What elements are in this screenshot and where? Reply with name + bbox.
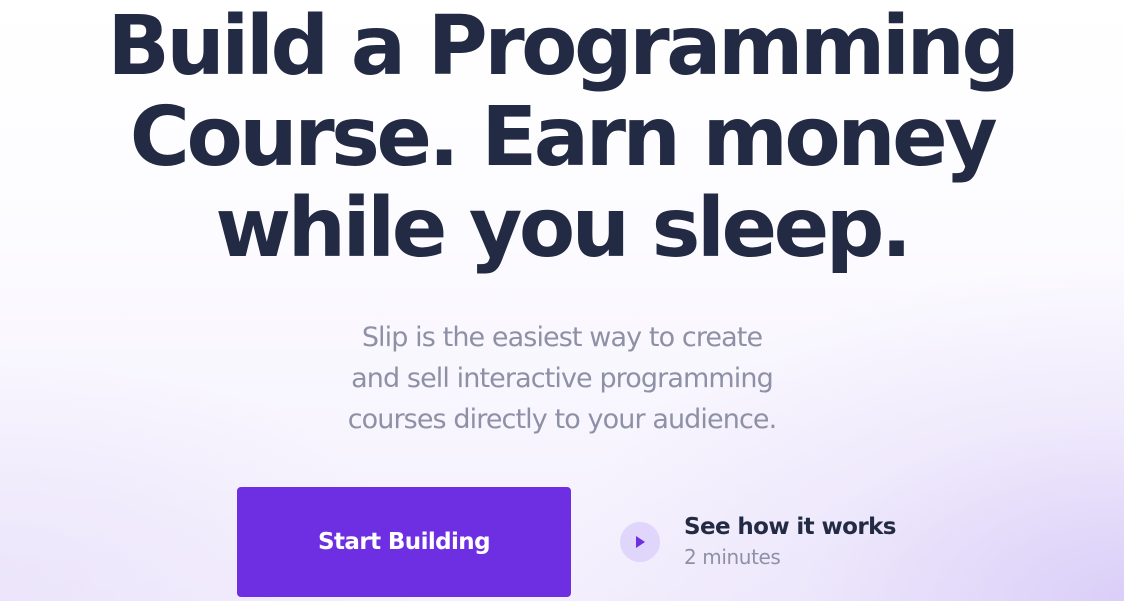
subtitle-line: courses directly to your audience. (347, 404, 778, 435)
subtitle-line: and sell interactive programming (351, 363, 774, 394)
headline-line: Course. Earn money (129, 90, 998, 185)
video-title[interactable]: See how it works (684, 512, 896, 542)
hero-subtitle: Slip is the easiest way to create and se… (0, 317, 1124, 440)
video-text: See how it works 2 minutes (684, 512, 896, 572)
video-duration: 2 minutes (684, 545, 781, 569)
start-building-label: Start Building (318, 529, 490, 555)
headline-line: Build a Programming (107, 0, 1020, 94)
headline-line: while you sleep. (215, 181, 912, 276)
hero-headline: Build a Programming Course. Earn money w… (0, 1, 1124, 274)
start-building-button[interactable]: Start Building (237, 487, 571, 597)
play-icon[interactable] (620, 522, 660, 562)
subtitle-line: Slip is the easiest way to create (361, 322, 763, 353)
see-how-it-works-link[interactable]: See how it works 2 minutes (620, 512, 896, 572)
play-triangle-icon (636, 536, 645, 548)
